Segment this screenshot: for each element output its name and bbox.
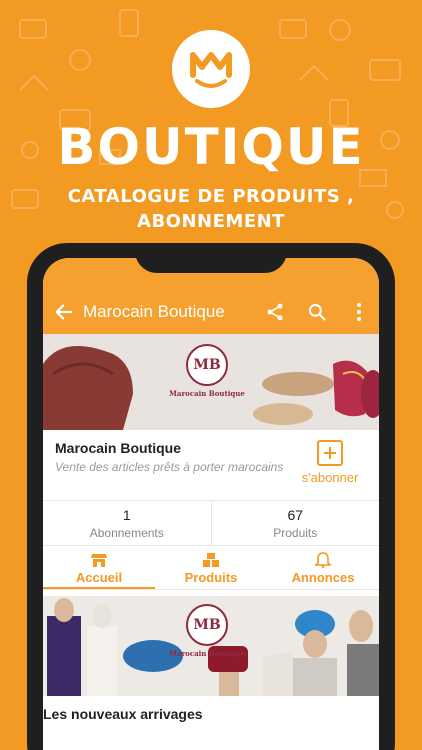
shop-cover-banner: MB Marocain Boutique bbox=[43, 334, 379, 430]
stat-subscriptions[interactable]: 1 Abonnements bbox=[43, 501, 211, 545]
more-vert-icon[interactable] bbox=[347, 300, 371, 324]
search-icon[interactable] bbox=[305, 300, 329, 324]
phone-screen: Marocain Boutique MB Marocain Boutique M… bbox=[43, 258, 379, 750]
shop-stats: 1 Abonnements 67 Produits bbox=[43, 500, 379, 546]
brand-caption: Marocain Boutique bbox=[169, 389, 245, 398]
promo-subtitle-line2: ABONNEMENT bbox=[137, 211, 285, 232]
promo-subtitle-line1: CATALOGUE DE PRODUITS , bbox=[67, 186, 355, 207]
add-box-icon bbox=[317, 440, 343, 466]
stat-value: 1 bbox=[122, 507, 131, 523]
stat-label: Produits bbox=[273, 526, 318, 540]
store-icon bbox=[43, 552, 155, 568]
tab-label: Annonces bbox=[291, 570, 355, 585]
stat-products[interactable]: 67 Produits bbox=[210, 501, 380, 545]
smiling-m-logo-icon bbox=[190, 52, 232, 88]
share-icon[interactable] bbox=[263, 300, 287, 324]
tab-label: Produits bbox=[184, 570, 238, 585]
tab-label: Accueil bbox=[75, 570, 123, 585]
subscribe-button[interactable]: s'abonner bbox=[295, 440, 365, 485]
bell-icon bbox=[267, 552, 379, 568]
brand-caption: Marocain Boutique bbox=[169, 649, 245, 658]
promo-carousel-banner[interactable]: MB Marocain Boutique bbox=[43, 596, 379, 696]
app-bar-title: Marocain Boutique bbox=[83, 302, 225, 321]
brand-logo: MB bbox=[186, 344, 228, 386]
stat-value: 67 bbox=[287, 507, 304, 523]
shop-tabs: Accueil Produits Annonces bbox=[43, 546, 379, 590]
stat-label: Abonnements bbox=[89, 526, 164, 540]
brand-logo: MB bbox=[186, 604, 228, 646]
tab-accueil[interactable]: Accueil bbox=[43, 546, 155, 589]
shop-profile: Marocain Boutique Vente des articles prê… bbox=[43, 430, 379, 500]
tab-annonces[interactable]: Annonces bbox=[267, 546, 379, 589]
app-bar: Marocain Boutique bbox=[43, 290, 379, 334]
promo-subtitle: CATALOGUE DE PRODUITS , ABONNEMENT bbox=[50, 184, 372, 234]
back-arrow-icon[interactable] bbox=[53, 300, 77, 324]
tab-produits[interactable]: Produits bbox=[155, 546, 267, 589]
promo-headline: BOUTIQUE bbox=[57, 118, 365, 176]
app-logo bbox=[172, 30, 250, 108]
subscribe-label: s'abonner bbox=[301, 470, 359, 485]
phone-notch bbox=[135, 243, 287, 273]
boxes-icon bbox=[155, 552, 267, 568]
new-arrivals-title: Les nouveaux arrivages bbox=[43, 706, 203, 722]
